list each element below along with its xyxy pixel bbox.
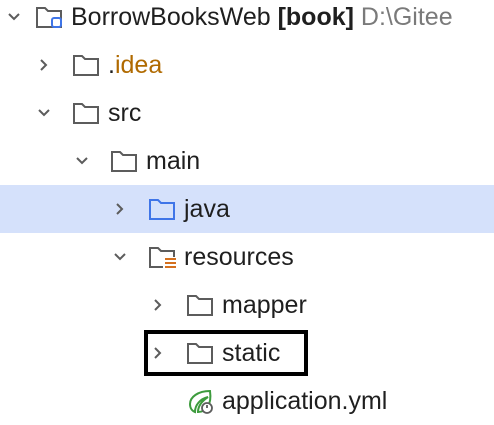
chevron-right-icon[interactable] xyxy=(148,281,168,329)
tree-row-idea[interactable]: .idea xyxy=(0,41,494,89)
src-folder-label: src xyxy=(108,99,142,127)
chevron-right-icon[interactable] xyxy=(34,41,54,89)
chevron-down-icon[interactable] xyxy=(110,233,130,281)
chevron-down-icon[interactable] xyxy=(4,0,24,41)
folder-icon xyxy=(186,292,216,318)
tree-row-mapper[interactable]: mapper xyxy=(0,281,494,329)
chevron-down-icon[interactable] xyxy=(34,89,54,137)
idea-folder-prefix: . xyxy=(108,51,115,79)
root-module-tag: [book] xyxy=(277,3,354,31)
highlight-box xyxy=(144,330,308,376)
tree-row-src[interactable]: src xyxy=(0,89,494,137)
spring-config-file-icon xyxy=(186,388,216,414)
main-folder-label: main xyxy=(146,147,201,175)
folder-icon xyxy=(72,52,102,78)
java-folder-label: java xyxy=(184,195,230,223)
folder-icon xyxy=(110,148,140,174)
tree-row-main[interactable]: main xyxy=(0,137,494,185)
chevron-right-icon[interactable] xyxy=(110,185,130,233)
module-folder-icon xyxy=(35,4,65,30)
root-module-name: BorrowBooksWeb xyxy=(71,3,271,31)
tree-row-root[interactable]: BorrowBooksWeb [book] D:\Gitee xyxy=(0,0,494,41)
chevron-down-icon[interactable] xyxy=(72,137,92,185)
root-module-path: D:\Gitee xyxy=(360,3,453,31)
project-tree: BorrowBooksWeb [book] D:\Gitee .idea src xyxy=(0,0,494,418)
folder-icon xyxy=(72,100,102,126)
resources-folder-icon xyxy=(148,244,178,270)
tree-row-resources[interactable]: resources xyxy=(0,233,494,281)
resources-folder-label: resources xyxy=(184,243,294,271)
mapper-folder-label: mapper xyxy=(222,291,307,319)
idea-folder-label: idea xyxy=(114,51,163,79)
source-folder-icon xyxy=(148,196,178,222)
tree-row-java[interactable]: java xyxy=(0,185,494,233)
